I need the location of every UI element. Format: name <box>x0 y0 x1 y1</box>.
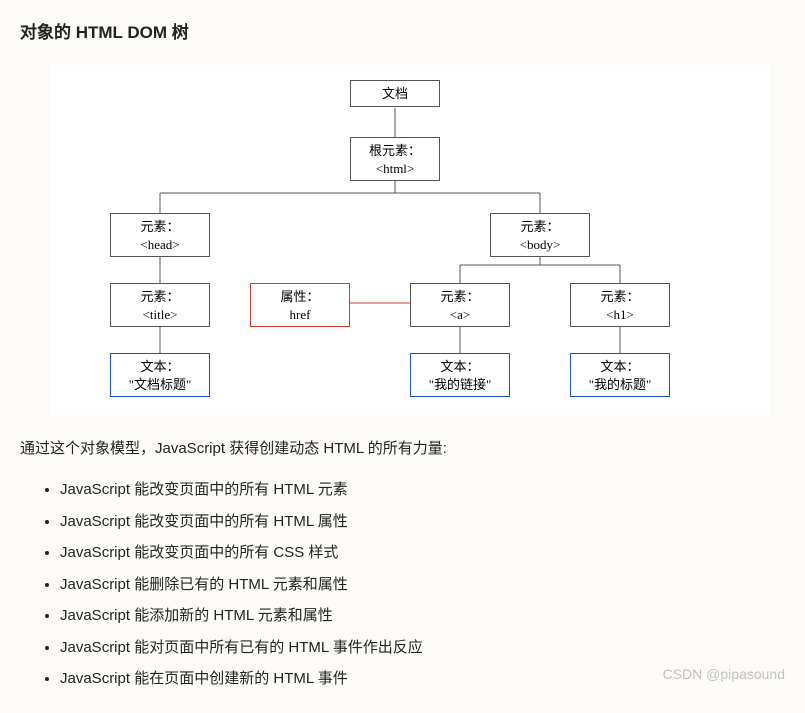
list-item: JavaScript 能改变页面中的所有 HTML 元素 <box>60 474 785 506</box>
node-a-element: 元素： <a> <box>410 283 510 327</box>
list-item: JavaScript 能改变页面中的所有 HTML 属性 <box>60 506 785 538</box>
node-body: 元素： <body> <box>490 213 590 257</box>
node-sub: <a> <box>450 307 470 322</box>
node-text-link: 文本： "我的链接" <box>410 353 510 397</box>
capabilities-list: JavaScript 能改变页面中的所有 HTML 元素 JavaScript … <box>20 474 785 695</box>
list-item: JavaScript 能添加新的 HTML 元素和属性 <box>60 600 785 632</box>
node-label: 元素： <box>140 289 179 304</box>
node-sub: "我的标题" <box>589 377 652 392</box>
node-sub: "文档标题" <box>129 377 192 392</box>
list-item: JavaScript 能改变页面中的所有 CSS 样式 <box>60 537 785 569</box>
page-title: 对象的 HTML DOM 树 <box>20 18 785 43</box>
node-sub: "我的链接" <box>429 377 492 392</box>
node-label: 元素： <box>600 289 639 304</box>
node-head: 元素： <head> <box>110 213 210 257</box>
list-item: JavaScript 能在页面中创建新的 HTML 事件 <box>60 663 785 695</box>
intro-text: 通过这个对象模型，JavaScript 获得创建动态 HTML 的所有力量: <box>20 437 785 458</box>
node-label: 文本： <box>440 359 479 374</box>
node-attr-href: 属性： href <box>250 283 350 327</box>
node-label: 根元素： <box>369 143 421 158</box>
node-label: 文档 <box>382 86 408 101</box>
node-root-html: 根元素： <html> <box>350 137 440 181</box>
node-label: 属性： <box>280 289 319 304</box>
node-sub: <head> <box>140 237 179 252</box>
node-label: 文本： <box>140 359 179 374</box>
dom-tree-diagram: 文档 根元素： <html> 元素： <head> 元素： <body> 元素：… <box>50 65 770 415</box>
node-sub: <h1> <box>606 307 634 322</box>
node-label: 文本： <box>600 359 639 374</box>
node-label: 元素： <box>440 289 479 304</box>
node-sub: <html> <box>376 161 415 176</box>
node-text-title: 文本： "文档标题" <box>110 353 210 397</box>
node-sub: <body> <box>520 237 561 252</box>
node-sub: href <box>290 307 311 322</box>
list-item: JavaScript 能删除已有的 HTML 元素和属性 <box>60 569 785 601</box>
node-sub: <title> <box>143 307 178 322</box>
node-label: 元素： <box>520 219 559 234</box>
node-h1-element: 元素： <h1> <box>570 283 670 327</box>
node-document: 文档 <box>350 80 440 107</box>
node-text-h1: 文本： "我的标题" <box>570 353 670 397</box>
list-item: JavaScript 能对页面中所有已有的 HTML 事件作出反应 <box>60 632 785 664</box>
node-title-element: 元素： <title> <box>110 283 210 327</box>
node-label: 元素： <box>140 219 179 234</box>
